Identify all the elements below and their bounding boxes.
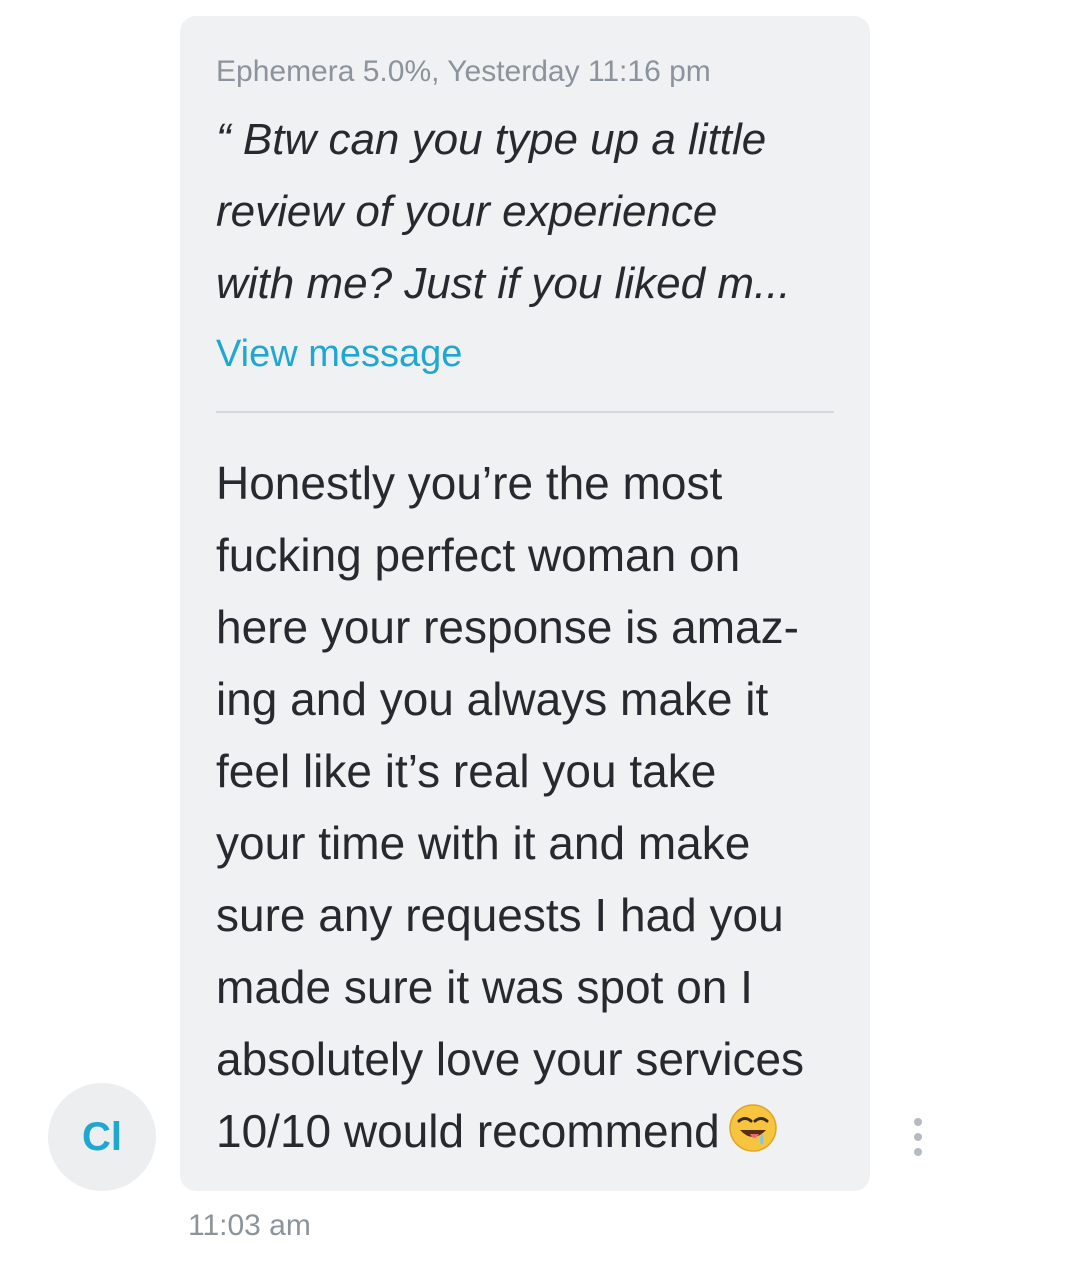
message-line: ing and you always make it (216, 673, 769, 725)
quoted-line: review of your experience (216, 187, 718, 236)
message-line: fucking perfect woman on (216, 529, 741, 581)
avatar-initials: Cl (82, 1114, 122, 1159)
drooling-face-icon (728, 1104, 777, 1152)
avatar[interactable]: Cl (48, 1083, 156, 1191)
message-line: Honestly you’re the most (216, 457, 723, 509)
message-last-line: 10/10 would recommend (216, 1095, 856, 1167)
quote-meta: Ephemera 5.0%, Yesterday 11:16 pm (216, 55, 711, 88)
message-line: here your response is amaz- (216, 601, 799, 653)
view-message-link[interactable]: View message (216, 326, 516, 382)
quoted-message-text: “ Btw can you type up a little review of… (216, 104, 834, 320)
more-dot-icon (914, 1133, 922, 1141)
message-line: your time with it and make (216, 817, 751, 869)
message-bubble[interactable]: Ephemera 5.0%, Yesterday 11:16 pm “ Btw … (180, 16, 870, 1191)
message-line: made sure it was spot on I (216, 961, 753, 1013)
more-dot-icon (914, 1148, 922, 1156)
quoted-line: “ Btw can you type up a little (216, 115, 767, 164)
quote-divider (216, 411, 834, 413)
message-body: Honestly you’re the most fucking perfect… (216, 447, 856, 1167)
quoted-line: with me? Just if you liked m... (216, 259, 791, 308)
message-timestamp: 11:03 am (188, 1209, 311, 1242)
message-line: absolutely love your services (216, 1033, 805, 1085)
message-line-text: 10/10 would recommend (216, 1105, 720, 1157)
more-dot-icon (914, 1118, 922, 1126)
message-line: feel like it’s real you take (216, 745, 717, 797)
message-line: sure any requests I had you (216, 889, 784, 941)
more-options-button[interactable] (896, 1112, 940, 1162)
